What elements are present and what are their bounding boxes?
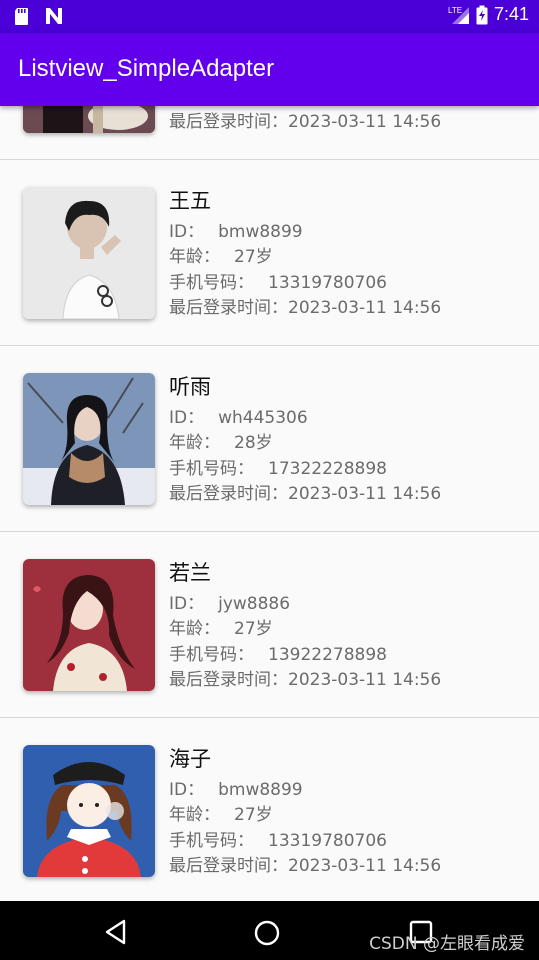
avatar bbox=[23, 187, 155, 319]
item-name: 王五 bbox=[169, 189, 211, 213]
item-name: 海子 bbox=[169, 747, 211, 771]
item-age: 年龄： 28岁 bbox=[169, 433, 273, 453]
status-time: 7:41 bbox=[493, 4, 529, 24]
item-name: 听雨 bbox=[169, 375, 211, 399]
item-last-login: 最后登录时间：2023-03-11 14:56 bbox=[169, 112, 442, 132]
avatar-image bbox=[23, 559, 155, 691]
item-age: 年龄： 27岁 bbox=[169, 247, 273, 267]
svg-text:LTE: LTE bbox=[448, 6, 462, 15]
item-phone: 手机号码： 13922278898 bbox=[169, 645, 387, 665]
item-last-login: 最后登录时间：2023-03-11 14:56 bbox=[169, 856, 442, 876]
list-item[interactable]: 海子 ID： bmw8899 年龄： 27岁 手机号码： 13319780706 最后… bbox=[0, 718, 539, 901]
status-left-icons bbox=[12, 6, 64, 26]
avatar bbox=[23, 559, 155, 691]
lte-signal-icon: LTE bbox=[448, 6, 469, 24]
list-content: 最后登录时间：2023-03-11 14:56 王五 ID： bmw8899 年龄… bbox=[0, 106, 539, 901]
item-last-login: 最后登录时间：2023-03-11 14:56 bbox=[169, 298, 442, 318]
status-right-icons: LTE 7:41 bbox=[448, 4, 529, 25]
app-title: Listview_SimpleAdapter bbox=[18, 55, 275, 82]
home-icon[interactable] bbox=[254, 920, 280, 946]
item-last-login: 最后登录时间：2023-03-11 14:56 bbox=[169, 484, 442, 504]
list-item[interactable]: 王五 ID： bmw8899 年龄： 27岁 手机号码： 13319780706 最后… bbox=[0, 160, 539, 346]
n-notification-icon bbox=[46, 8, 62, 24]
back-icon[interactable] bbox=[104, 919, 128, 945]
avatar-image bbox=[23, 106, 155, 133]
sd-card-icon bbox=[15, 8, 28, 25]
item-id: ID： wh445306 bbox=[169, 408, 308, 428]
avatar-image bbox=[23, 373, 155, 505]
avatar bbox=[23, 373, 155, 505]
avatar-image bbox=[23, 745, 155, 877]
list-item[interactable]: 最后登录时间：2023-03-11 14:56 bbox=[0, 106, 539, 160]
list-view[interactable]: 最后登录时间：2023-03-11 14:56 王五 ID： bmw8899 年龄… bbox=[0, 106, 539, 901]
app-bar: Listview_SimpleAdapter bbox=[0, 33, 539, 106]
list-item[interactable]: 听雨 ID： wh445306 年龄： 28岁 手机号码： 17322228898 最… bbox=[0, 346, 539, 532]
battery-charging-icon bbox=[476, 5, 488, 24]
list-item[interactable]: 若兰 ID： jyw8886 年龄： 27岁 手机号码： 13922278898 最后… bbox=[0, 532, 539, 718]
item-age: 年龄： 27岁 bbox=[169, 619, 273, 639]
navigation-bar: CSDN @左眼看成爱 bbox=[0, 901, 539, 960]
item-id: ID： bmw8899 bbox=[169, 780, 303, 800]
item-phone: 手机号码： 13319780706 bbox=[169, 273, 387, 293]
item-id: ID： bmw8899 bbox=[169, 222, 303, 242]
item-age: 年龄： 27岁 bbox=[169, 805, 273, 825]
avatar-image bbox=[23, 187, 155, 319]
item-last-login: 最后登录时间：2023-03-11 14:56 bbox=[169, 670, 442, 690]
status-bar: LTE 7:41 bbox=[0, 0, 539, 33]
item-id: ID： jyw8886 bbox=[169, 594, 291, 614]
avatar bbox=[23, 745, 155, 877]
avatar bbox=[23, 106, 155, 133]
item-phone: 手机号码： 13319780706 bbox=[169, 831, 387, 851]
watermark: CSDN @左眼看成爱 bbox=[369, 934, 525, 954]
item-name: 若兰 bbox=[169, 561, 211, 585]
item-phone: 手机号码： 17322228898 bbox=[169, 459, 387, 479]
